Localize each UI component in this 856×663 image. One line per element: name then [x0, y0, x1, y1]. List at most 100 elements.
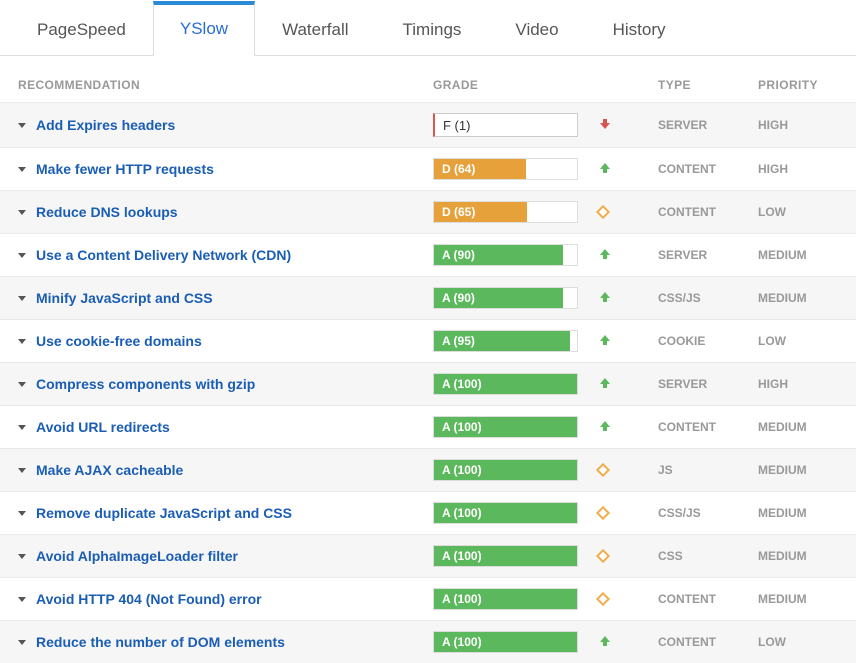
recommendation-link[interactable]: Use a Content Delivery Network (CDN)	[36, 247, 291, 263]
caret-down-icon[interactable]	[18, 210, 26, 215]
table-row[interactable]: Minify JavaScript and CSSA (90)CSS/JSMED…	[0, 276, 856, 319]
diamond-icon	[596, 463, 610, 477]
table-row[interactable]: Avoid URL redirectsA (100)CONTENTMEDIUM	[0, 405, 856, 448]
diamond-icon	[596, 506, 610, 520]
caret-down-icon[interactable]	[18, 468, 26, 473]
cell-type: CSS/JS	[658, 291, 758, 305]
cell-status	[598, 290, 658, 307]
recommendation-link[interactable]: Reduce the number of DOM elements	[36, 634, 285, 650]
cell-priority: MEDIUM	[758, 506, 838, 520]
cell-grade: A (100)	[433, 416, 598, 438]
recommendation-link[interactable]: Make fewer HTTP requests	[36, 161, 214, 177]
cell-grade: D (65)	[433, 201, 598, 223]
header-grade[interactable]: GRADE	[433, 78, 598, 92]
grade-fill: D (65)	[434, 202, 527, 222]
cell-priority: HIGH	[758, 162, 838, 176]
arrow-down-icon	[598, 117, 612, 134]
cell-type: CONTENT	[658, 635, 758, 649]
grade-bar: A (90)	[433, 287, 578, 309]
table-row[interactable]: Remove duplicate JavaScript and CSS A (10…	[0, 491, 856, 534]
tab-video[interactable]: Video	[488, 1, 585, 56]
cell-priority: MEDIUM	[758, 463, 838, 477]
tab-pagespeed[interactable]: PageSpeed	[10, 1, 153, 56]
grade-fill: A (100)	[434, 460, 577, 480]
cell-recommendation: Make AJAX cacheable	[18, 462, 433, 478]
recommendation-link[interactable]: Use cookie-free domains	[36, 333, 202, 349]
cell-grade: A (100)	[433, 502, 598, 524]
caret-down-icon[interactable]	[18, 123, 26, 128]
cell-type: SERVER	[658, 118, 758, 132]
caret-down-icon[interactable]	[18, 554, 26, 559]
table-header: RECOMMENDATION GRADE TYPE PRIORITY	[0, 56, 856, 102]
grade-fill: A (100)	[434, 503, 577, 523]
grade-bar: A (100)	[433, 588, 578, 610]
cell-recommendation: Avoid HTTP 404 (Not Found) error	[18, 591, 433, 607]
cell-status	[598, 207, 658, 217]
cell-grade: A (100)	[433, 588, 598, 610]
table-row[interactable]: Use cookie-free domainsA (95)COOKIELOW	[0, 319, 856, 362]
tab-waterfall[interactable]: Waterfall	[255, 1, 375, 56]
header-priority[interactable]: PRIORITY	[758, 78, 838, 92]
caret-down-icon[interactable]	[18, 640, 26, 645]
header-status-spacer	[598, 78, 658, 92]
recommendation-link[interactable]: Avoid HTTP 404 (Not Found) error	[36, 591, 262, 607]
table-row[interactable]: Reduce DNS lookupsD (65)CONTENTLOW	[0, 190, 856, 233]
table-row[interactable]: Make fewer HTTP requestsD (64)CONTENTHIG…	[0, 147, 856, 190]
recommendation-link[interactable]: Avoid AlphaImageLoader filter	[36, 548, 238, 564]
recommendation-link[interactable]: Reduce DNS lookups	[36, 204, 178, 220]
cell-status	[598, 333, 658, 350]
caret-down-icon[interactable]	[18, 253, 26, 258]
table-row[interactable]: Compress components with gzipA (100)SERV…	[0, 362, 856, 405]
caret-down-icon[interactable]	[18, 167, 26, 172]
recommendation-link[interactable]: Remove duplicate JavaScript and CSS	[36, 505, 292, 521]
header-type[interactable]: TYPE	[658, 78, 758, 92]
table-row[interactable]: Make AJAX cacheableA (100)JSMEDIUM	[0, 448, 856, 491]
cell-recommendation: Avoid AlphaImageLoader filter	[18, 548, 433, 564]
grade-bar: A (95)	[433, 330, 578, 352]
grade-bar: A (100)	[433, 502, 578, 524]
recommendation-link[interactable]: Make AJAX cacheable	[36, 462, 183, 478]
caret-down-icon[interactable]	[18, 339, 26, 344]
recommendation-link[interactable]: Avoid URL redirects	[36, 419, 170, 435]
grade-bar: A (90)	[433, 244, 578, 266]
cell-status	[598, 594, 658, 604]
diamond-icon	[596, 592, 610, 606]
cell-grade: A (100)	[433, 631, 598, 653]
grade-fill: A (90)	[434, 288, 563, 308]
cell-priority: HIGH	[758, 377, 838, 391]
table-row[interactable]: Avoid AlphaImageLoader filterA (100)CSSM…	[0, 534, 856, 577]
recommendation-link[interactable]: Add Expires headers	[36, 117, 175, 133]
cell-recommendation: Use cookie-free domains	[18, 333, 433, 349]
cell-priority: MEDIUM	[758, 248, 838, 262]
table-row[interactable]: Avoid HTTP 404 (Not Found) errorA (100)C…	[0, 577, 856, 620]
cell-status	[598, 376, 658, 393]
cell-recommendation: Add Expires headers	[18, 117, 433, 133]
recommendation-link[interactable]: Compress components with gzip	[36, 376, 255, 392]
cell-priority: MEDIUM	[758, 592, 838, 606]
caret-down-icon[interactable]	[18, 597, 26, 602]
arrow-up-icon	[598, 290, 612, 307]
grade-bar: A (100)	[433, 545, 578, 567]
grade-box: F (1)	[433, 113, 578, 137]
cell-status	[598, 419, 658, 436]
caret-down-icon[interactable]	[18, 382, 26, 387]
recommendation-link[interactable]: Minify JavaScript and CSS	[36, 290, 213, 306]
grade-bar: D (65)	[433, 201, 578, 223]
table-row[interactable]: Use a Content Delivery Network (CDN) A (9…	[0, 233, 856, 276]
caret-down-icon[interactable]	[18, 425, 26, 430]
cell-recommendation: Compress components with gzip	[18, 376, 433, 392]
header-recommendation[interactable]: RECOMMENDATION	[18, 78, 433, 92]
table-row[interactable]: Add Expires headersF (1)SERVERHIGH	[0, 102, 856, 147]
tab-timings[interactable]: Timings	[376, 1, 489, 56]
arrow-up-icon	[598, 634, 612, 651]
grade-bar: D (64)	[433, 158, 578, 180]
tab-history[interactable]: History	[586, 1, 693, 56]
grade-bar: A (100)	[433, 631, 578, 653]
grade-fill: A (90)	[434, 245, 563, 265]
table-row[interactable]: Reduce the number of DOM elements A (100)…	[0, 620, 856, 663]
cell-grade: D (64)	[433, 158, 598, 180]
cell-recommendation: Reduce the number of DOM elements	[18, 634, 433, 650]
caret-down-icon[interactable]	[18, 511, 26, 516]
tab-yslow[interactable]: YSlow	[153, 1, 255, 56]
caret-down-icon[interactable]	[18, 296, 26, 301]
